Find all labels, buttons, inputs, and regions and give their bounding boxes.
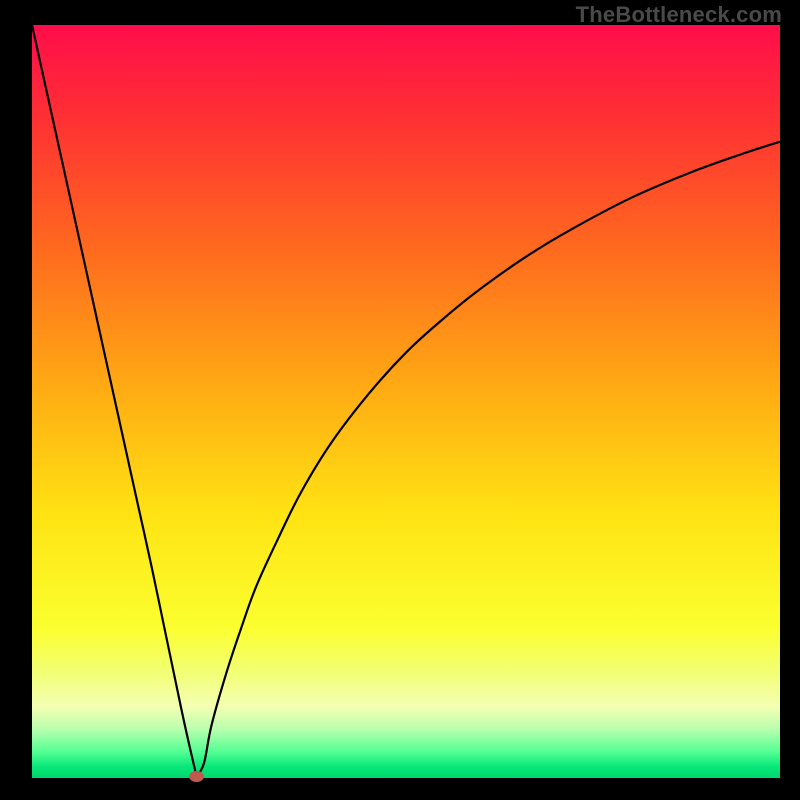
watermark-text: TheBottleneck.com — [576, 2, 782, 28]
plot-background — [32, 25, 780, 778]
minimum-marker — [189, 771, 204, 782]
chart-container: TheBottleneck.com — [0, 0, 800, 800]
bottleneck-chart — [0, 0, 800, 800]
